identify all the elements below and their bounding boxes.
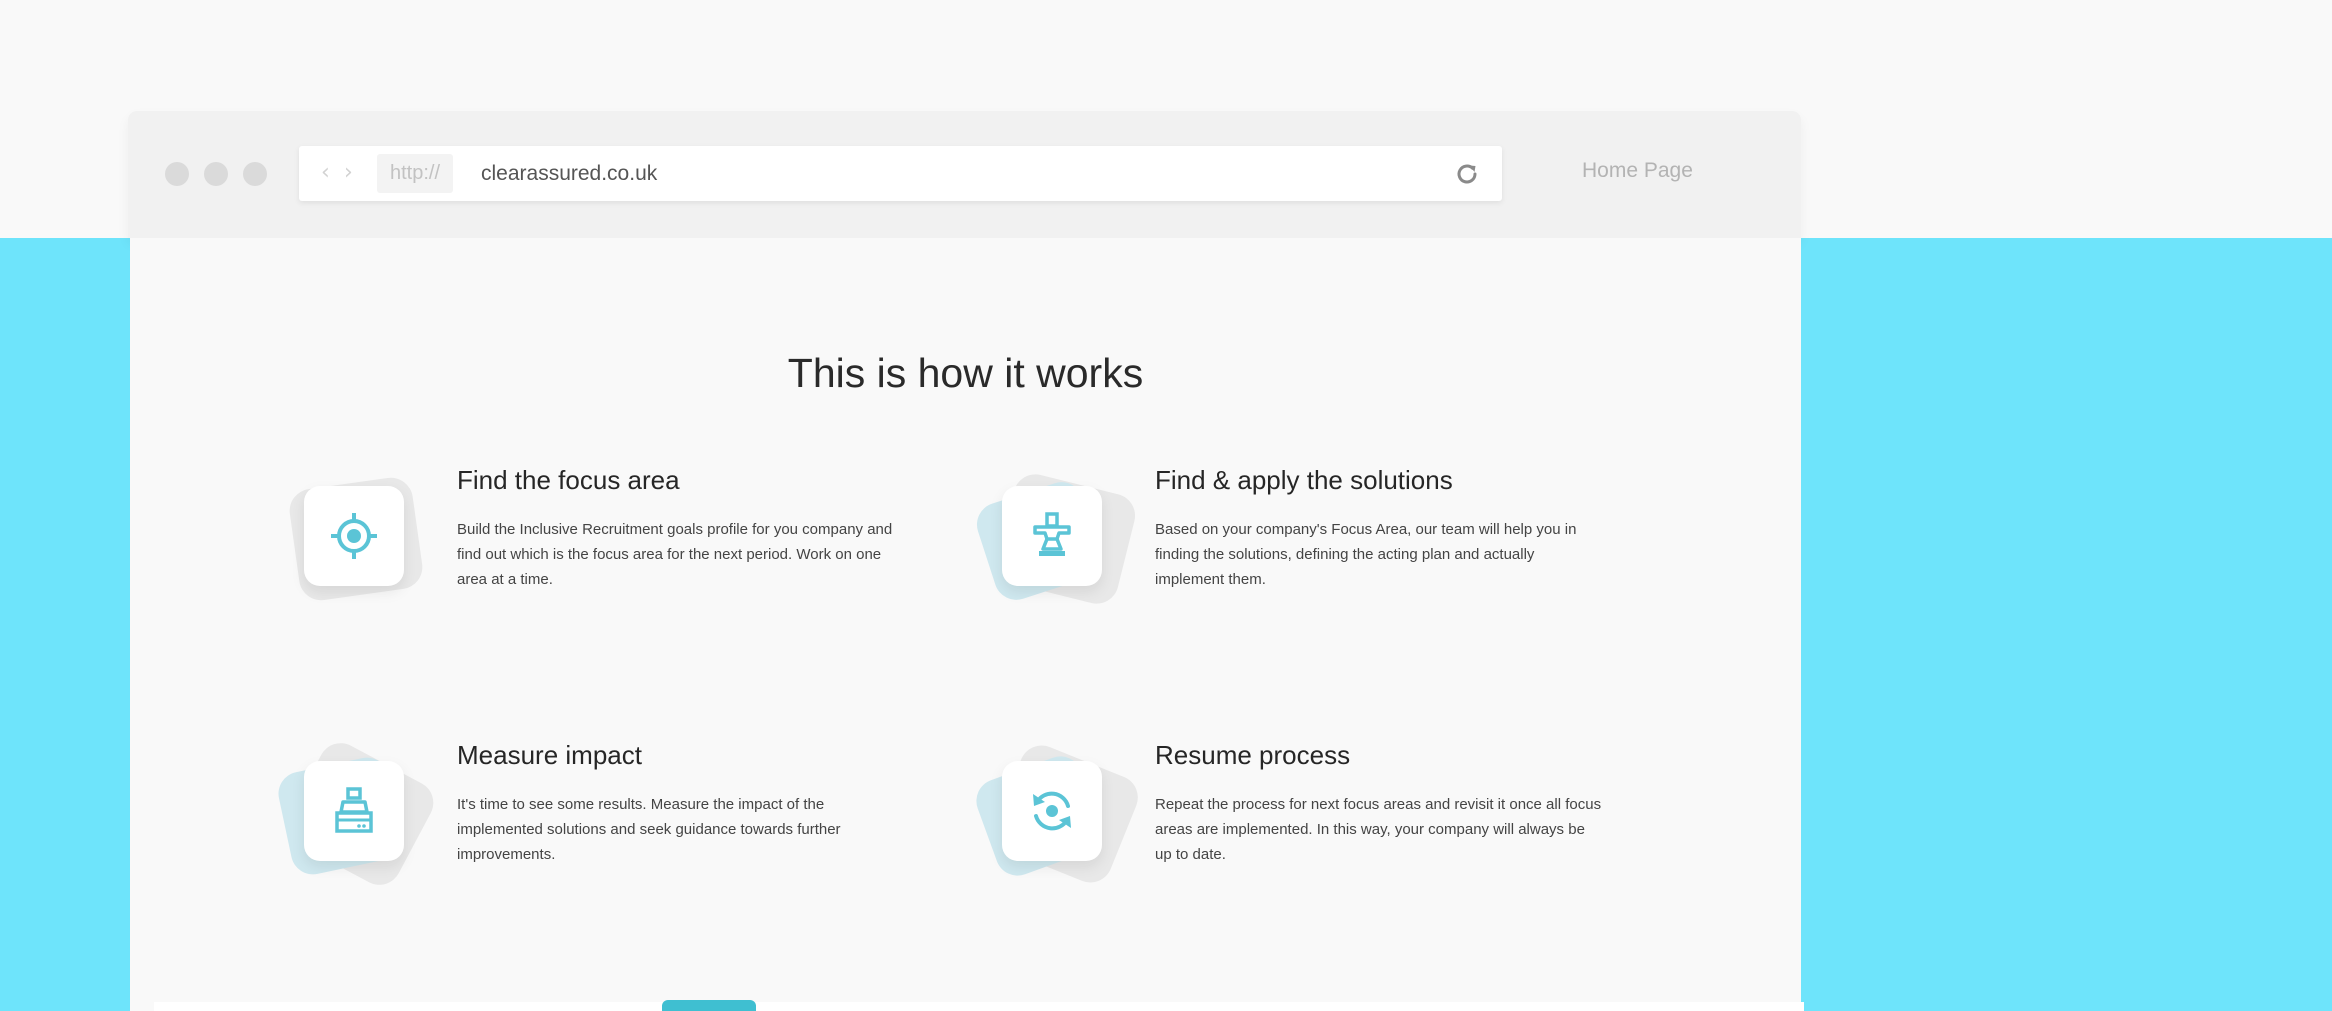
feature-icon-tile xyxy=(970,738,1145,890)
feature-card: Find & apply the solutions Based on your… xyxy=(971,465,1654,615)
target-icon xyxy=(331,513,377,559)
tile-front xyxy=(304,761,404,861)
address-bar[interactable]: ‹ › http:// clearassured.co.uk xyxy=(299,146,1502,201)
bottom-nav-bar xyxy=(154,1002,1804,1011)
browser-window: ‹ › http:// clearassured.co.uk Home Page… xyxy=(128,111,1804,1011)
page-title: This is how it works xyxy=(787,350,1144,396)
feature-description: Based on your company's Focus Area, our … xyxy=(1155,521,1577,588)
feature-icon-tile xyxy=(276,465,436,615)
feature-description: Build the Inclusive Recruitment goals pr… xyxy=(457,521,893,588)
back-icon[interactable]: ‹ xyxy=(321,158,330,188)
home-page-link[interactable]: Home Page xyxy=(1582,159,1693,183)
window-minimize-dot[interactable] xyxy=(204,162,228,186)
tile-front xyxy=(1002,486,1102,586)
url-prefix: http:// xyxy=(377,154,454,193)
reload-icon[interactable] xyxy=(1454,161,1480,187)
refresh-icon xyxy=(1033,791,1071,831)
feature-title: Find & apply the solutions xyxy=(1155,465,1453,495)
feature-title: Resume process xyxy=(1155,740,1351,770)
tile-front xyxy=(1002,761,1102,861)
cash-register-icon xyxy=(335,787,373,833)
feature-title: Measure impact xyxy=(457,740,642,770)
url-text[interactable]: clearassured.co.uk xyxy=(481,146,657,201)
anvil-icon xyxy=(1033,512,1071,556)
forward-icon[interactable]: › xyxy=(344,158,353,188)
active-tab-indicator xyxy=(662,1000,756,1011)
page-content: This is how it works Find the focus area xyxy=(130,238,1804,1011)
feature-description: It's time to see some results. Measure t… xyxy=(457,796,841,863)
feature-card: Find the focus area Build the Inclusive … xyxy=(276,465,956,615)
feature-icon-tile xyxy=(274,735,442,893)
browser-toolbar: ‹ › http:// clearassured.co.uk Home Page xyxy=(128,111,1801,238)
feature-title: Find the focus area xyxy=(457,465,680,495)
window-maximize-dot[interactable] xyxy=(243,162,267,186)
window-close-dot[interactable] xyxy=(165,162,189,186)
tile-front xyxy=(304,486,404,586)
feature-card: Measure impact It's time to see some res… xyxy=(274,735,956,893)
feature-description: Repeat the process for next focus areas … xyxy=(1155,796,1602,863)
feature-icon-tile xyxy=(971,465,1140,615)
feature-card: Resume process Repeat the process for ne… xyxy=(970,738,1654,890)
